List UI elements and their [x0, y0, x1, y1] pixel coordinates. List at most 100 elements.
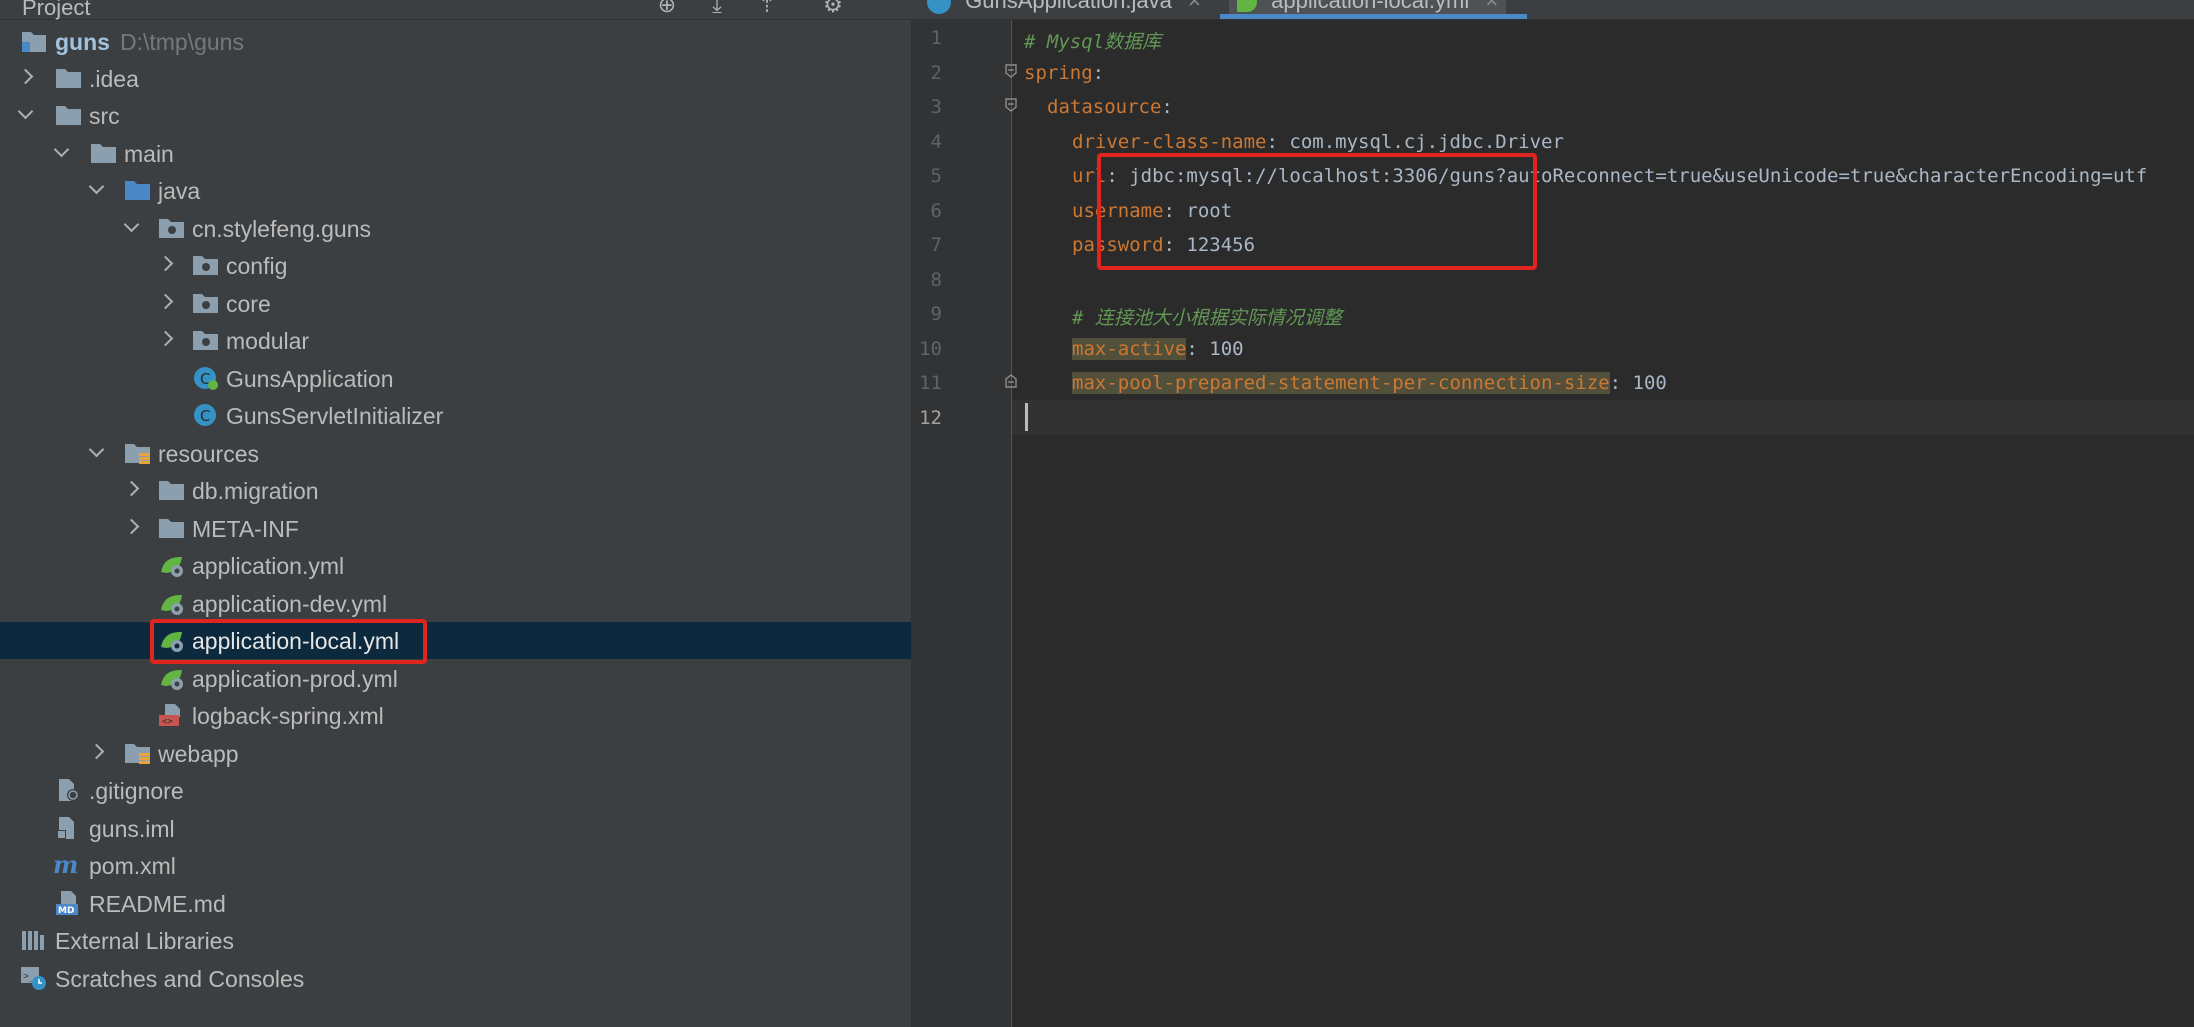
resources-folder-icon [124, 440, 152, 466]
xml-file-icon: <> [158, 702, 186, 728]
chevron-down-icon[interactable] [89, 444, 103, 458]
tree-item-application-local-yml[interactable]: application-local.yml [0, 622, 911, 659]
chevron-right-icon[interactable] [18, 69, 32, 83]
tree-item-db-migration[interactable]: db.migration [0, 472, 911, 509]
maven-icon: m [53, 850, 81, 879]
package-icon [192, 252, 220, 278]
project-path: D:\tmp\guns [119, 29, 244, 55]
tree-item-label: java [158, 178, 201, 204]
project-panel-header: Project ⊕ ⤓ ⇡ ⚙ [0, 0, 911, 20]
code-line-10[interactable]: max-active: 100 [1072, 338, 1244, 360]
chevron-down-icon[interactable] [89, 181, 103, 195]
tree-item-config[interactable]: config [0, 247, 911, 284]
folder-icon [55, 102, 83, 128]
chevron-down-icon[interactable] [124, 219, 138, 233]
line-number: 12 [919, 407, 942, 429]
tab-label: GunsApplication.java [965, 0, 1172, 13]
tab-gunsapplication-java[interactable]: GunsApplication.java × [927, 0, 1201, 18]
chevron-down-icon[interactable] [54, 144, 68, 158]
tree-item-guns[interactable]: guns D:\tmp\guns [0, 23, 911, 60]
tree-item-application-prod-yml[interactable]: application-prod.yml [0, 660, 911, 697]
tree-item-resources[interactable]: resources [0, 435, 911, 472]
line-number: 7 [930, 234, 942, 256]
tree-item-label: Scratches and Consoles [55, 966, 305, 992]
code-line-1[interactable]: # Mysql数据库 [1024, 27, 1161, 54]
code-line-9[interactable]: # 连接池大小根据实际情况调整 [1072, 303, 1342, 330]
gear-icon[interactable]: ⚙ [820, 0, 846, 18]
scratches-icon: >_ [20, 965, 48, 991]
tree-item-package[interactable]: cn.stylefeng.guns [0, 210, 911, 247]
tree-item-gunsapplication[interactable]: C GunsApplication [0, 360, 911, 397]
spring-yml-icon [158, 665, 186, 691]
tree-item-pom-xml[interactable]: m pom.xml [0, 847, 911, 884]
chevron-right-icon[interactable] [158, 294, 172, 308]
tree-item-label: .idea [89, 66, 139, 92]
line-number: 11 [919, 372, 942, 394]
code-line-3[interactable]: datasource: [1047, 96, 1173, 118]
tree-item-label: External Libraries [55, 928, 234, 954]
libraries-icon [20, 927, 48, 953]
svg-text:m: m [53, 852, 78, 878]
tree-item-src[interactable]: src [0, 97, 911, 134]
tree-item-core[interactable]: core [0, 285, 911, 322]
folder-icon [158, 515, 186, 541]
close-icon[interactable]: × [1485, 0, 1498, 13]
tree-item-main[interactable]: main [0, 135, 911, 172]
line-number: 10 [919, 338, 942, 360]
tree-item-idea[interactable]: .idea [0, 60, 911, 97]
chevron-right-icon[interactable] [124, 481, 138, 495]
chevron-right-icon[interactable] [158, 256, 172, 270]
tree-item-label: README.md [89, 891, 226, 917]
tree-item-application-dev-yml[interactable]: application-dev.yml [0, 585, 911, 622]
chevron-right-icon[interactable] [124, 519, 138, 533]
tree-item-guns-iml[interactable]: guns.iml [0, 810, 911, 847]
tree-item-java[interactable]: java [0, 172, 911, 209]
tree-item-application-yml[interactable]: application.yml [0, 547, 911, 584]
locate-icon[interactable]: ⊕ [654, 0, 680, 18]
yaml-key: max-active [1072, 338, 1187, 360]
editor-tab-bar: GunsApplication.java × application-local… [911, 0, 2194, 20]
tree-item-external-libraries[interactable]: External Libraries [0, 922, 911, 959]
tree-item-label: db.migration [192, 478, 319, 504]
tree-item-label: GunsApplication [226, 366, 394, 392]
tree-item-logback-spring-xml[interactable]: <> logback-spring.xml [0, 697, 911, 734]
chevron-right-icon[interactable] [89, 744, 103, 758]
spring-yml-icon [158, 590, 186, 616]
spring-yml-icon [158, 552, 186, 578]
yaml-key: driver-class-name [1072, 131, 1267, 153]
markdown-file-icon: MD [55, 890, 83, 916]
close-icon[interactable]: × [1188, 0, 1201, 13]
project-panel: Project ⊕ ⤓ ⇡ ⚙ guns D:\tmp\guns .idea sr… [0, 0, 911, 1027]
fold-marker-icon[interactable] [1004, 64, 1018, 78]
tree-item-modular[interactable]: modular [0, 322, 911, 359]
tree-item-meta-inf[interactable]: META-INF [0, 510, 911, 547]
tree-item-label: webapp [158, 741, 239, 767]
line-number: 2 [930, 62, 942, 84]
fold-marker-icon[interactable] [1004, 98, 1018, 112]
gutter-separator [1011, 20, 1012, 1027]
collapse-all-icon[interactable]: ⤓ [704, 0, 730, 18]
tree-item-label: config [226, 253, 288, 279]
code-line-4[interactable]: driver-class-name: com.mysql.cj.jdbc.Dri… [1072, 131, 1564, 153]
chevron-down-icon[interactable] [18, 106, 32, 120]
module-folder-icon [20, 28, 48, 54]
tree-item-webapp[interactable]: webapp [0, 735, 911, 772]
project-panel-title[interactable]: Project [22, 0, 90, 21]
tree-item-label: src [89, 103, 120, 129]
tree-item-scratches[interactable]: >_ Scratches and Consoles [0, 960, 911, 997]
expand-icon[interactable]: ⇡ [754, 0, 780, 18]
yaml-key: spring [1024, 62, 1093, 84]
tree-item-readme-md[interactable]: MD README.md [0, 885, 911, 922]
tree-item-gunsservletinitializer[interactable]: C GunsServletInitializer [0, 397, 911, 434]
line-number: 9 [930, 303, 942, 325]
tree-item-gitignore[interactable]: .gitignore [0, 772, 911, 809]
yaml-comment: # 连接池大小根据实际情况调整 [1072, 307, 1342, 329]
yaml-comment: # Mysql数据库 [1024, 31, 1162, 53]
gitignore-file-icon [55, 777, 83, 803]
chevron-right-icon[interactable] [158, 331, 172, 345]
code-line-11[interactable]: max-pool-prepared-statement-per-connecti… [1072, 372, 1667, 394]
line-number: 3 [930, 96, 942, 118]
tree-item-label: application-dev.yml [192, 591, 388, 617]
code-line-2[interactable]: spring: [1024, 62, 1104, 84]
fold-end-marker-icon[interactable] [1004, 374, 1018, 388]
